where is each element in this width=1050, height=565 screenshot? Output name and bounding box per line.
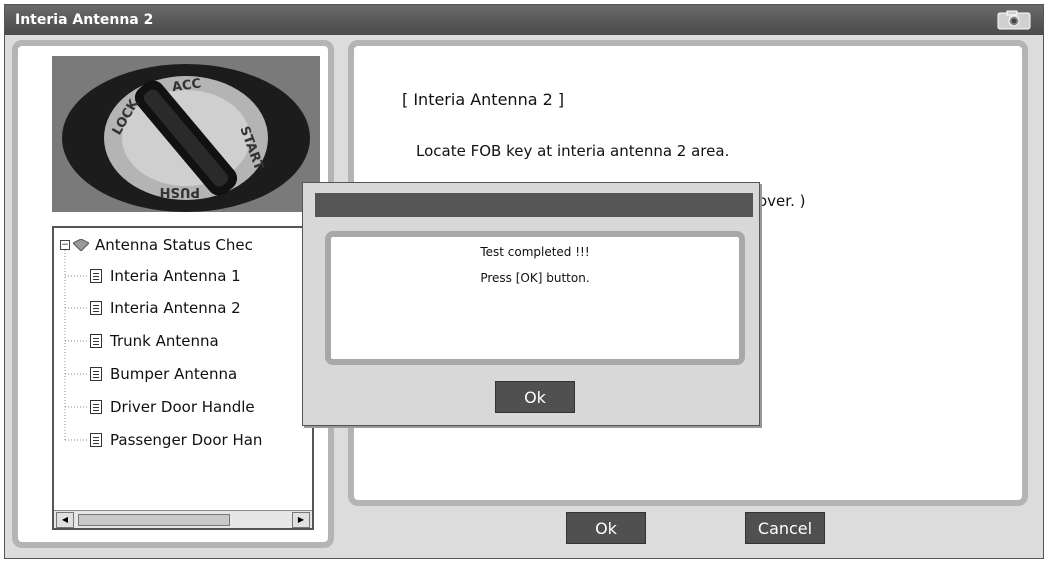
tree-root-label: Antenna Status Chec <box>95 236 253 254</box>
tree-item-label: Passenger Door Han <box>110 431 263 449</box>
window-title: Interia Antenna 2 <box>15 12 154 28</box>
camera-icon[interactable] <box>997 10 1031 30</box>
tree-item-label: Bumper Antenna <box>110 365 238 383</box>
tree-item-interia-antenna-2[interactable]: Interia Antenna 2 <box>90 295 241 321</box>
cancel-button[interactable]: Cancel <box>745 512 825 544</box>
test-complete-dialog: Test completed !!! Press [OK] button. Ok <box>302 182 760 426</box>
document-icon <box>90 400 102 414</box>
title-bar: Interia Antenna 2 <box>5 5 1043 35</box>
tree-item-interia-antenna-1[interactable]: Interia Antenna 1 <box>90 263 241 289</box>
tree-item-trunk-antenna[interactable]: Trunk Antenna <box>90 328 219 354</box>
tree-item-label: Interia Antenna 2 <box>110 299 241 317</box>
ring-label-push: PUSH <box>160 184 200 199</box>
collapse-icon[interactable]: − <box>60 240 70 250</box>
tree-item-bumper-antenna[interactable]: Bumper Antenna <box>90 361 237 387</box>
antenna-tree[interactable]: − Antenna Status Chec Interia Antenna 1 … <box>52 226 314 530</box>
dialog-message-box: Test completed !!! Press [OK] button. <box>325 231 745 365</box>
ok-button[interactable]: Ok <box>566 512 646 544</box>
scroll-right-icon[interactable]: ▶ <box>292 512 310 528</box>
document-icon <box>90 334 102 348</box>
tree-root[interactable]: − Antenna Status Chec <box>60 232 253 258</box>
dialog-title-bar <box>315 193 753 217</box>
tree-item-driver-door-handle[interactable]: Driver Door Handle <box>90 394 255 420</box>
instruction-text-partial: over. ) <box>758 192 806 210</box>
tree-item-label: Driver Door Handle <box>110 398 255 416</box>
tree-item-passenger-door-handle[interactable]: Passenger Door Han <box>90 427 262 453</box>
tree-item-label: Trunk Antenna <box>110 332 219 350</box>
document-icon <box>90 433 102 447</box>
ignition-photo: LOCK ACC START PUSH <box>52 56 320 212</box>
document-icon <box>90 269 102 283</box>
left-panel: LOCK ACC START PUSH − Antenna Status Che… <box>12 40 334 548</box>
dialog-message-press-ok: Press [OK] button. <box>480 271 590 285</box>
document-icon <box>90 301 102 315</box>
instruction-text: Locate FOB key at interia antenna 2 area… <box>416 142 730 160</box>
gem-icon <box>73 239 89 251</box>
tree-item-label: Interia Antenna 1 <box>110 267 241 285</box>
dialog-message-completed: Test completed !!! <box>480 245 590 259</box>
document-icon <box>90 367 102 381</box>
horizontal-scrollbar[interactable]: ◀ ▶ <box>54 510 312 528</box>
instruction-heading: [ Interia Antenna 2 ] <box>402 90 565 109</box>
dialog-ok-button[interactable]: Ok <box>495 381 575 413</box>
scroll-left-icon[interactable]: ◀ <box>56 512 74 528</box>
scroll-thumb[interactable] <box>78 514 230 526</box>
